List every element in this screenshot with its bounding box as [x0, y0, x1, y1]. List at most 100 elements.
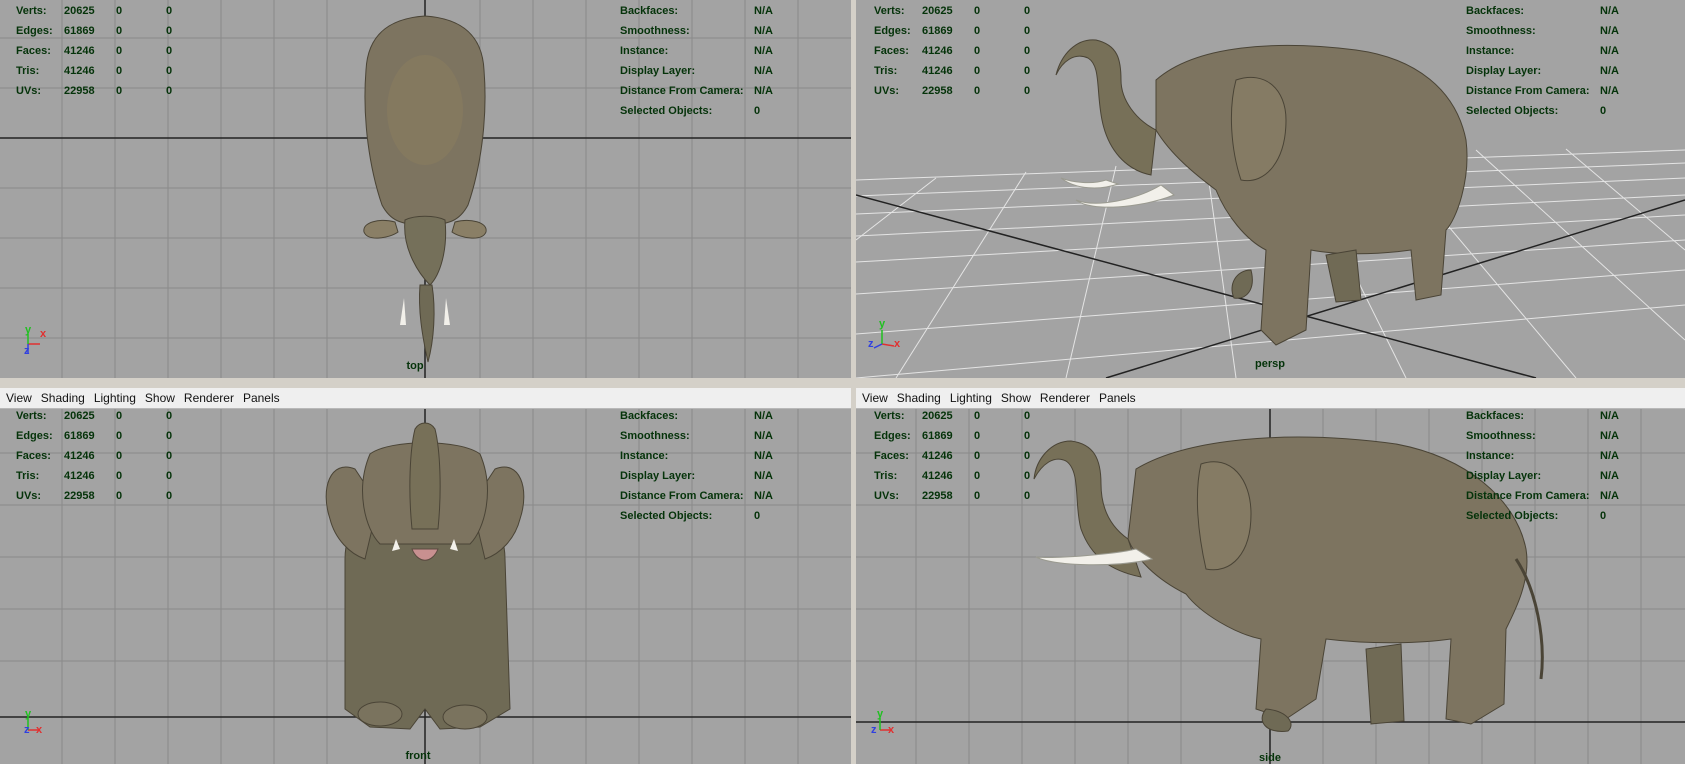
detail-value: N/A: [754, 490, 773, 502]
stat-highlighted: 0: [1024, 490, 1031, 502]
menu-renderer[interactable]: Renderer: [184, 391, 234, 405]
detail-row: Distance From Camera: N/A: [1466, 486, 1646, 506]
stat-highlighted: 0: [166, 470, 173, 482]
menu-panels[interactable]: Panels: [1099, 391, 1136, 405]
axis-indicator-side: X Y Z: [868, 708, 908, 754]
detail-label: Backfaces:: [1466, 410, 1525, 422]
detail-row: Backfaces: N/A: [1466, 406, 1646, 426]
detail-label: Distance From Camera:: [1466, 490, 1590, 502]
stat-total: 41246: [64, 65, 95, 77]
axis-x-label: X: [888, 724, 895, 736]
detail-label: Selected Objects:: [1466, 510, 1559, 522]
poly-stat-row: Verts: 20625 0 0: [16, 1, 186, 21]
stat-highlighted: 0: [1024, 65, 1031, 77]
panel-top[interactable]: X Y Z top Verts: 20625 0 0 Edges: 61869 0 0 Face…: [0, 0, 851, 378]
poly-stat-row: Tris: 41246 0 0: [874, 61, 1044, 81]
elephant-model-front[interactable]: [325, 422, 525, 730]
panel-persp[interactable]: X Y Z persp Verts: 20625 0 0 Edges: 61869 0 0 Fa…: [856, 0, 1685, 378]
stat-highlighted: 0: [166, 450, 173, 462]
menu-renderer[interactable]: Renderer: [1040, 391, 1090, 405]
axis-indicator-persp: X Y Z: [868, 318, 908, 362]
stat-highlighted: 0: [166, 430, 173, 442]
detail-value: N/A: [1600, 65, 1619, 77]
stat-label: Verts:: [16, 5, 47, 17]
menu-view[interactable]: View: [862, 391, 888, 405]
detail-label: Backfaces:: [1466, 5, 1525, 17]
detail-row: Smoothness: N/A: [620, 426, 800, 446]
stat-highlighted: 0: [1024, 5, 1031, 17]
stat-total: 20625: [922, 5, 953, 17]
stat-label: Tris:: [16, 65, 40, 77]
stat-total: 22958: [922, 85, 953, 97]
stat-selected: 0: [974, 45, 981, 57]
detail-row: Smoothness: N/A: [620, 21, 800, 41]
poly-stat-row: Tris: 41246 0 0: [874, 466, 1044, 486]
stat-total: 41246: [922, 45, 953, 57]
detail-value: N/A: [1600, 450, 1619, 462]
stat-label: UVs:: [16, 85, 42, 97]
stat-selected: 0: [116, 470, 123, 482]
stat-total: 22958: [922, 490, 953, 502]
menu-shading[interactable]: Shading: [897, 391, 941, 405]
axis-indicator-front: X Y Z: [20, 708, 60, 754]
detail-value: 0: [754, 105, 761, 117]
stat-highlighted: 0: [1024, 25, 1031, 37]
stat-selected: 0: [974, 490, 981, 502]
menu-panels[interactable]: Panels: [243, 391, 280, 405]
detail-value: N/A: [754, 85, 773, 97]
detail-value: N/A: [1600, 25, 1619, 37]
panel-front[interactable]: View Shading Lighting Show Renderer Pane…: [0, 388, 851, 764]
stat-total: 41246: [922, 450, 953, 462]
axis-indicator-top: X Y Z: [20, 324, 60, 370]
stat-highlighted: 0: [166, 25, 173, 37]
stat-highlighted: 0: [1024, 45, 1031, 57]
menu-show[interactable]: Show: [145, 391, 175, 405]
axis-z-label: Z: [24, 724, 30, 736]
camera-label: front: [405, 750, 431, 762]
poly-stat-row: UVs: 22958 0 0: [874, 81, 1044, 101]
stat-total: 22958: [64, 490, 95, 502]
menu-shading[interactable]: Shading: [41, 391, 85, 405]
stat-selected: 0: [974, 85, 981, 97]
detail-value: N/A: [1600, 5, 1619, 17]
panel-side[interactable]: View Shading Lighting Show Renderer Pane…: [856, 388, 1685, 764]
detail-label: Instance:: [620, 45, 669, 57]
detail-label: Smoothness:: [620, 25, 690, 37]
stat-selected: 0: [116, 65, 123, 77]
detail-label: Selected Objects:: [1466, 105, 1559, 117]
detail-value: N/A: [754, 410, 773, 422]
menu-lighting[interactable]: Lighting: [950, 391, 992, 405]
menu-lighting[interactable]: Lighting: [94, 391, 136, 405]
menu-show[interactable]: Show: [1001, 391, 1031, 405]
stat-label: Edges:: [16, 25, 53, 37]
stat-total: 41246: [64, 450, 95, 462]
stat-highlighted: 0: [1024, 410, 1031, 422]
stat-label: Faces:: [16, 450, 51, 462]
stat-highlighted: 0: [1024, 470, 1031, 482]
detail-value: N/A: [1600, 45, 1619, 57]
poly-stat-row: Tris: 41246 0 0: [16, 61, 186, 81]
detail-label: Backfaces:: [620, 5, 679, 17]
poly-stat-row: Faces: 41246 0 0: [16, 41, 186, 61]
detail-row: Selected Objects: 0: [1466, 101, 1646, 121]
elephant-model-persp[interactable]: [1055, 39, 1468, 346]
detail-label: Instance:: [1466, 45, 1515, 57]
detail-label: Display Layer:: [1466, 470, 1542, 482]
stat-label: Faces:: [16, 45, 51, 57]
detail-value: N/A: [1600, 85, 1619, 97]
elephant-model-top[interactable]: [363, 15, 487, 363]
menu-view[interactable]: View: [6, 391, 32, 405]
detail-row: Backfaces: N/A: [1466, 1, 1646, 21]
poly-stat-row: Edges: 61869 0 0: [874, 426, 1044, 446]
detail-row: Distance From Camera: N/A: [620, 486, 800, 506]
camera-label: side: [1258, 752, 1282, 764]
poly-stat-row: UVs: 22958 0 0: [16, 81, 186, 101]
detail-row: Backfaces: N/A: [620, 406, 800, 426]
stat-highlighted: 0: [1024, 430, 1031, 442]
detail-value: N/A: [754, 5, 773, 17]
axis-x-label: X: [40, 328, 47, 340]
poly-stat-row: Edges: 61869 0 0: [16, 21, 186, 41]
poly-stat-row: Faces: 41246 0 0: [874, 41, 1044, 61]
detail-label: Distance From Camera:: [1466, 85, 1590, 97]
stat-selected: 0: [974, 450, 981, 462]
